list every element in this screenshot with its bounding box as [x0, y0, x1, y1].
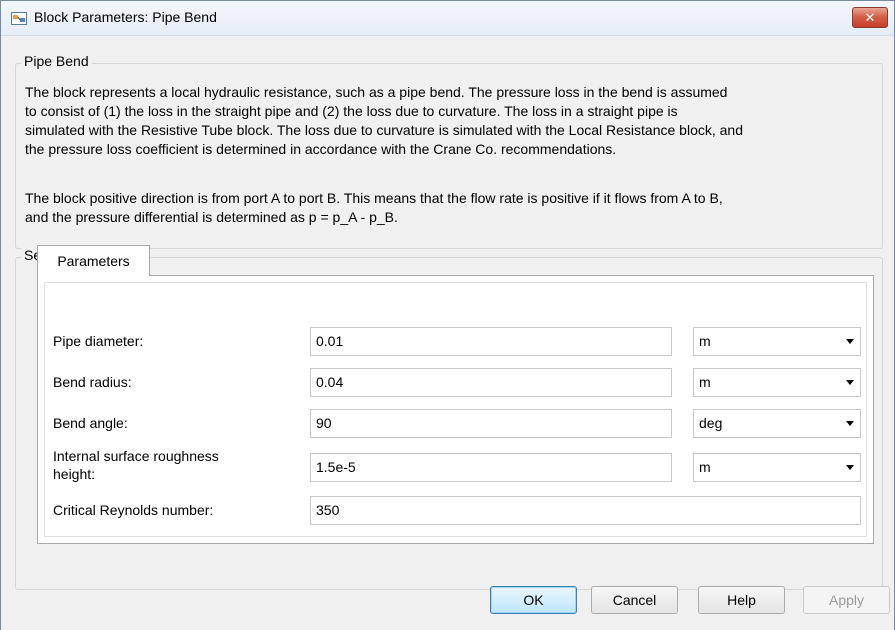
title-bar[interactable]: Block Parameters: Pipe Bend ✕: [1, 1, 894, 36]
description-line: The block represents a local hydraulic r…: [25, 84, 728, 100]
cancel-button[interactable]: Cancel: [591, 586, 678, 614]
close-icon: ✕: [864, 10, 876, 25]
parameters-panel: Pipe diameter: 0.01 m Bend radius: 0.04 …: [37, 275, 874, 544]
description-paragraph-1: The block represents a local hydraulic r…: [25, 83, 880, 159]
dialog-window: Block Parameters: Pipe Bend ✕ Pipe Bend …: [0, 0, 895, 630]
bend-radius-label: Bend radius:: [53, 374, 132, 390]
simulink-block-icon: [11, 12, 27, 25]
roughness-label: Internal surface roughness height:: [53, 447, 219, 483]
chevron-down-icon: [846, 421, 854, 426]
bend-angle-unit-value: deg: [699, 415, 723, 431]
description-line: and the pressure differential is determi…: [25, 209, 398, 225]
roughness-label-line1: Internal surface roughness: [53, 448, 219, 464]
pipe-diameter-unit-select[interactable]: m: [693, 327, 861, 356]
roughness-label-line2: height:: [53, 466, 96, 482]
bend-angle-unit-select[interactable]: deg: [693, 409, 861, 438]
apply-button[interactable]: Apply: [803, 586, 890, 614]
bend-radius-unit-value: m: [699, 374, 711, 390]
pipe-diameter-unit-value: m: [699, 333, 711, 349]
window-title: Block Parameters: Pipe Bend: [34, 9, 217, 25]
bend-angle-label: Bend angle:: [53, 415, 128, 431]
chevron-down-icon: [846, 465, 854, 470]
pipe-diameter-input[interactable]: 0.01: [310, 327, 672, 356]
description-line: the pressure loss coefficient is determi…: [25, 141, 617, 157]
bend-angle-input[interactable]: 90: [310, 409, 672, 438]
close-button[interactable]: ✕: [852, 7, 888, 28]
chevron-down-icon: [846, 339, 854, 344]
description-group-legend: Pipe Bend: [21, 53, 92, 69]
critical-reynolds-input[interactable]: 350: [310, 496, 861, 525]
bend-radius-unit-select[interactable]: m: [693, 368, 861, 397]
description-line: simulated with the Resistive Tube block.…: [25, 122, 743, 138]
roughness-unit-select[interactable]: m: [693, 453, 861, 482]
description-paragraph-2: The block positive direction is from por…: [25, 189, 880, 227]
critical-reynolds-label: Critical Reynolds number:: [53, 502, 214, 518]
description-line: to consist of (1) the loss in the straig…: [25, 103, 678, 119]
bend-radius-input[interactable]: 0.04: [310, 368, 672, 397]
ok-button[interactable]: OK: [490, 586, 577, 614]
chevron-down-icon: [846, 380, 854, 385]
roughness-input[interactable]: 1.5e-5: [310, 453, 672, 482]
roughness-unit-value: m: [699, 459, 711, 475]
help-button[interactable]: Help: [698, 586, 785, 614]
pipe-diameter-label: Pipe diameter:: [53, 333, 144, 349]
description-line: The block positive direction is from por…: [25, 190, 723, 206]
tab-parameters[interactable]: Parameters: [37, 245, 150, 276]
